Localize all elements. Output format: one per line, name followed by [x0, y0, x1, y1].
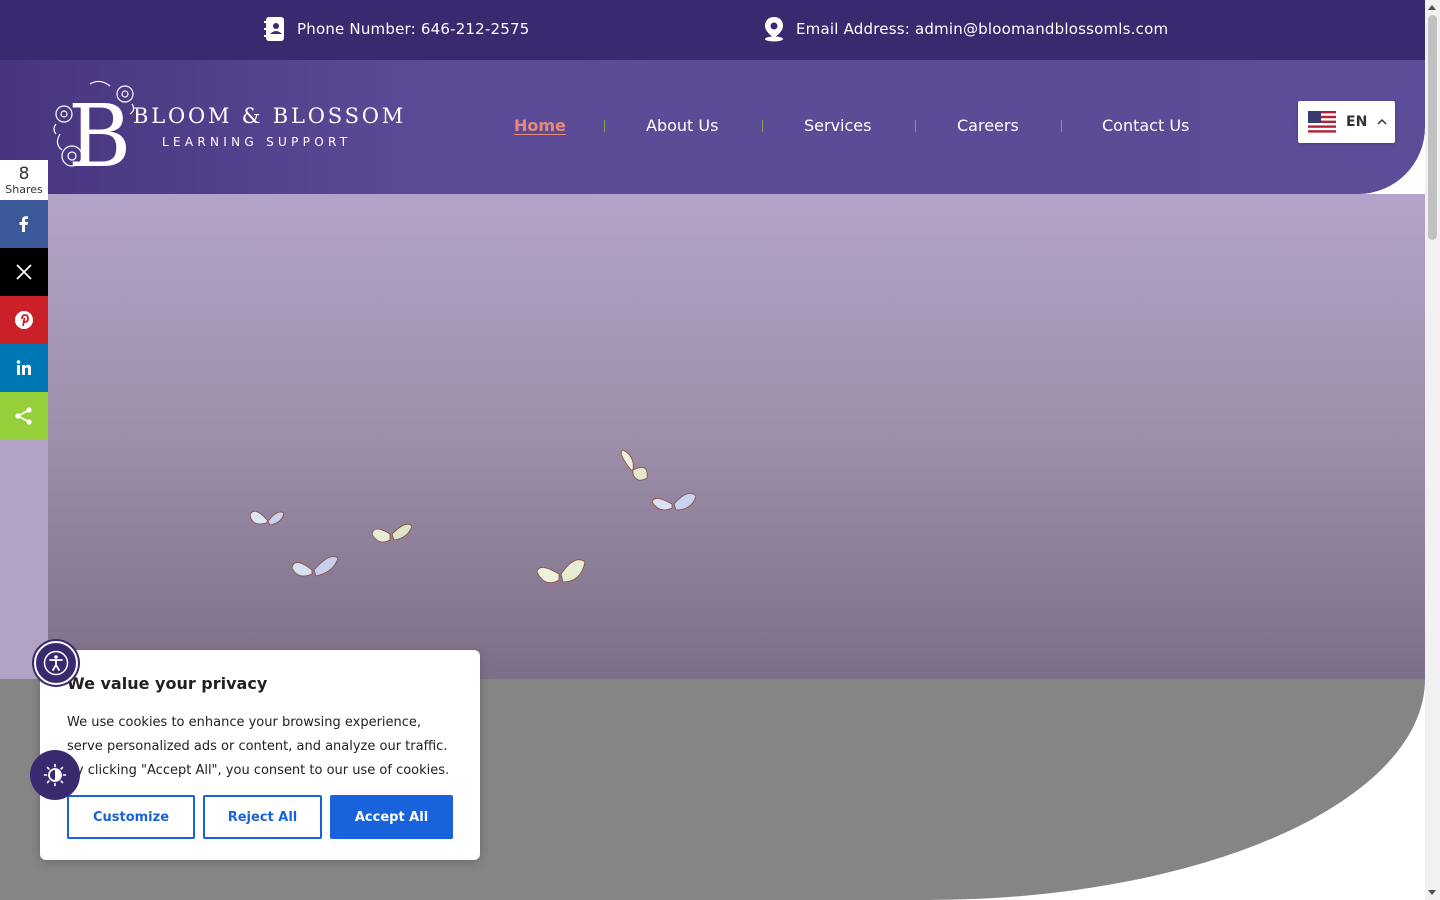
page-scrollbar[interactable]: [1425, 0, 1440, 900]
x-share-button[interactable]: [0, 248, 48, 296]
cookie-message: We use cookies to enhance your browsing …: [67, 715, 450, 778]
butterfly-icon: [651, 492, 697, 511]
top-contact-bar: Phone Number: 646-212-2575 Email Address…: [0, 0, 1425, 60]
cookie-title: We value your privacy: [67, 674, 268, 693]
nav-separator: [604, 120, 605, 132]
language-code: EN: [1346, 114, 1368, 130]
scrollbar-thumb[interactable]: [1428, 15, 1437, 240]
share-count: 8 Shares: [0, 160, 48, 200]
nav-careers[interactable]: Careers: [957, 116, 1019, 135]
facebook-icon: [19, 216, 28, 232]
butterfly-icon: [249, 510, 285, 526]
email-contact[interactable]: Email Address: admin@bloomandblossomls.c…: [762, 16, 1168, 42]
customize-button[interactable]: Customize: [67, 795, 195, 839]
share-count-label: Shares: [5, 182, 43, 196]
cookie-buttons: Customize Reject All Accept All: [67, 795, 453, 839]
nav-services[interactable]: Services: [804, 116, 871, 135]
phone-number[interactable]: Phone Number: 646-212-2575: [297, 20, 530, 38]
pinterest-icon: [15, 311, 33, 329]
contrast-toggle-button[interactable]: [30, 750, 80, 800]
social-share-bar: 8 Shares: [0, 160, 48, 440]
chevron-up-icon: [1377, 118, 1387, 125]
contrast-icon: [43, 763, 67, 787]
map-pin-icon: [762, 16, 786, 42]
accessibility-icon: [43, 650, 69, 676]
linkedin-icon: [16, 360, 31, 375]
nav-contact-us[interactable]: Contact Us: [1102, 116, 1189, 135]
nav-separator: [915, 120, 916, 132]
facebook-share-button[interactable]: [0, 200, 48, 248]
share-count-number: 8: [18, 163, 30, 184]
language-selector[interactable]: EN: [1298, 101, 1395, 143]
cookie-consent-banner: We value your privacy We use cookies to …: [40, 650, 480, 860]
butterfly-icon: [620, 449, 648, 481]
phone-contact[interactable]: Phone Number: 646-212-2575: [263, 16, 530, 42]
linkedin-share-button[interactable]: [0, 344, 48, 392]
us-flag-icon: [1308, 111, 1336, 133]
nav-separator: [1061, 120, 1062, 132]
reject-all-button[interactable]: Reject All: [203, 795, 322, 839]
butterfly-icon: [536, 559, 586, 584]
nav-home[interactable]: Home: [514, 116, 566, 135]
contact-book-icon: [263, 16, 287, 42]
scroll-up-arrow-icon[interactable]: [1428, 5, 1436, 10]
nav-separator: [762, 120, 763, 132]
share-icon: [15, 407, 32, 425]
scroll-down-arrow-icon[interactable]: [1428, 890, 1436, 895]
main-nav: Home About Us Services Careers Contact U…: [0, 116, 1300, 138]
accessibility-button[interactable]: [34, 641, 78, 685]
email-address[interactable]: Email Address: admin@bloomandblossomls.c…: [796, 20, 1168, 38]
butterfly-icon: [291, 556, 339, 577]
more-share-button[interactable]: [0, 392, 48, 440]
pinterest-share-button[interactable]: [0, 296, 48, 344]
nav-about-us[interactable]: About Us: [646, 116, 718, 135]
x-icon: [16, 264, 32, 280]
butterfly-icon: [371, 523, 413, 543]
hero-banner: [48, 194, 1425, 679]
accept-all-button[interactable]: Accept All: [330, 795, 453, 839]
